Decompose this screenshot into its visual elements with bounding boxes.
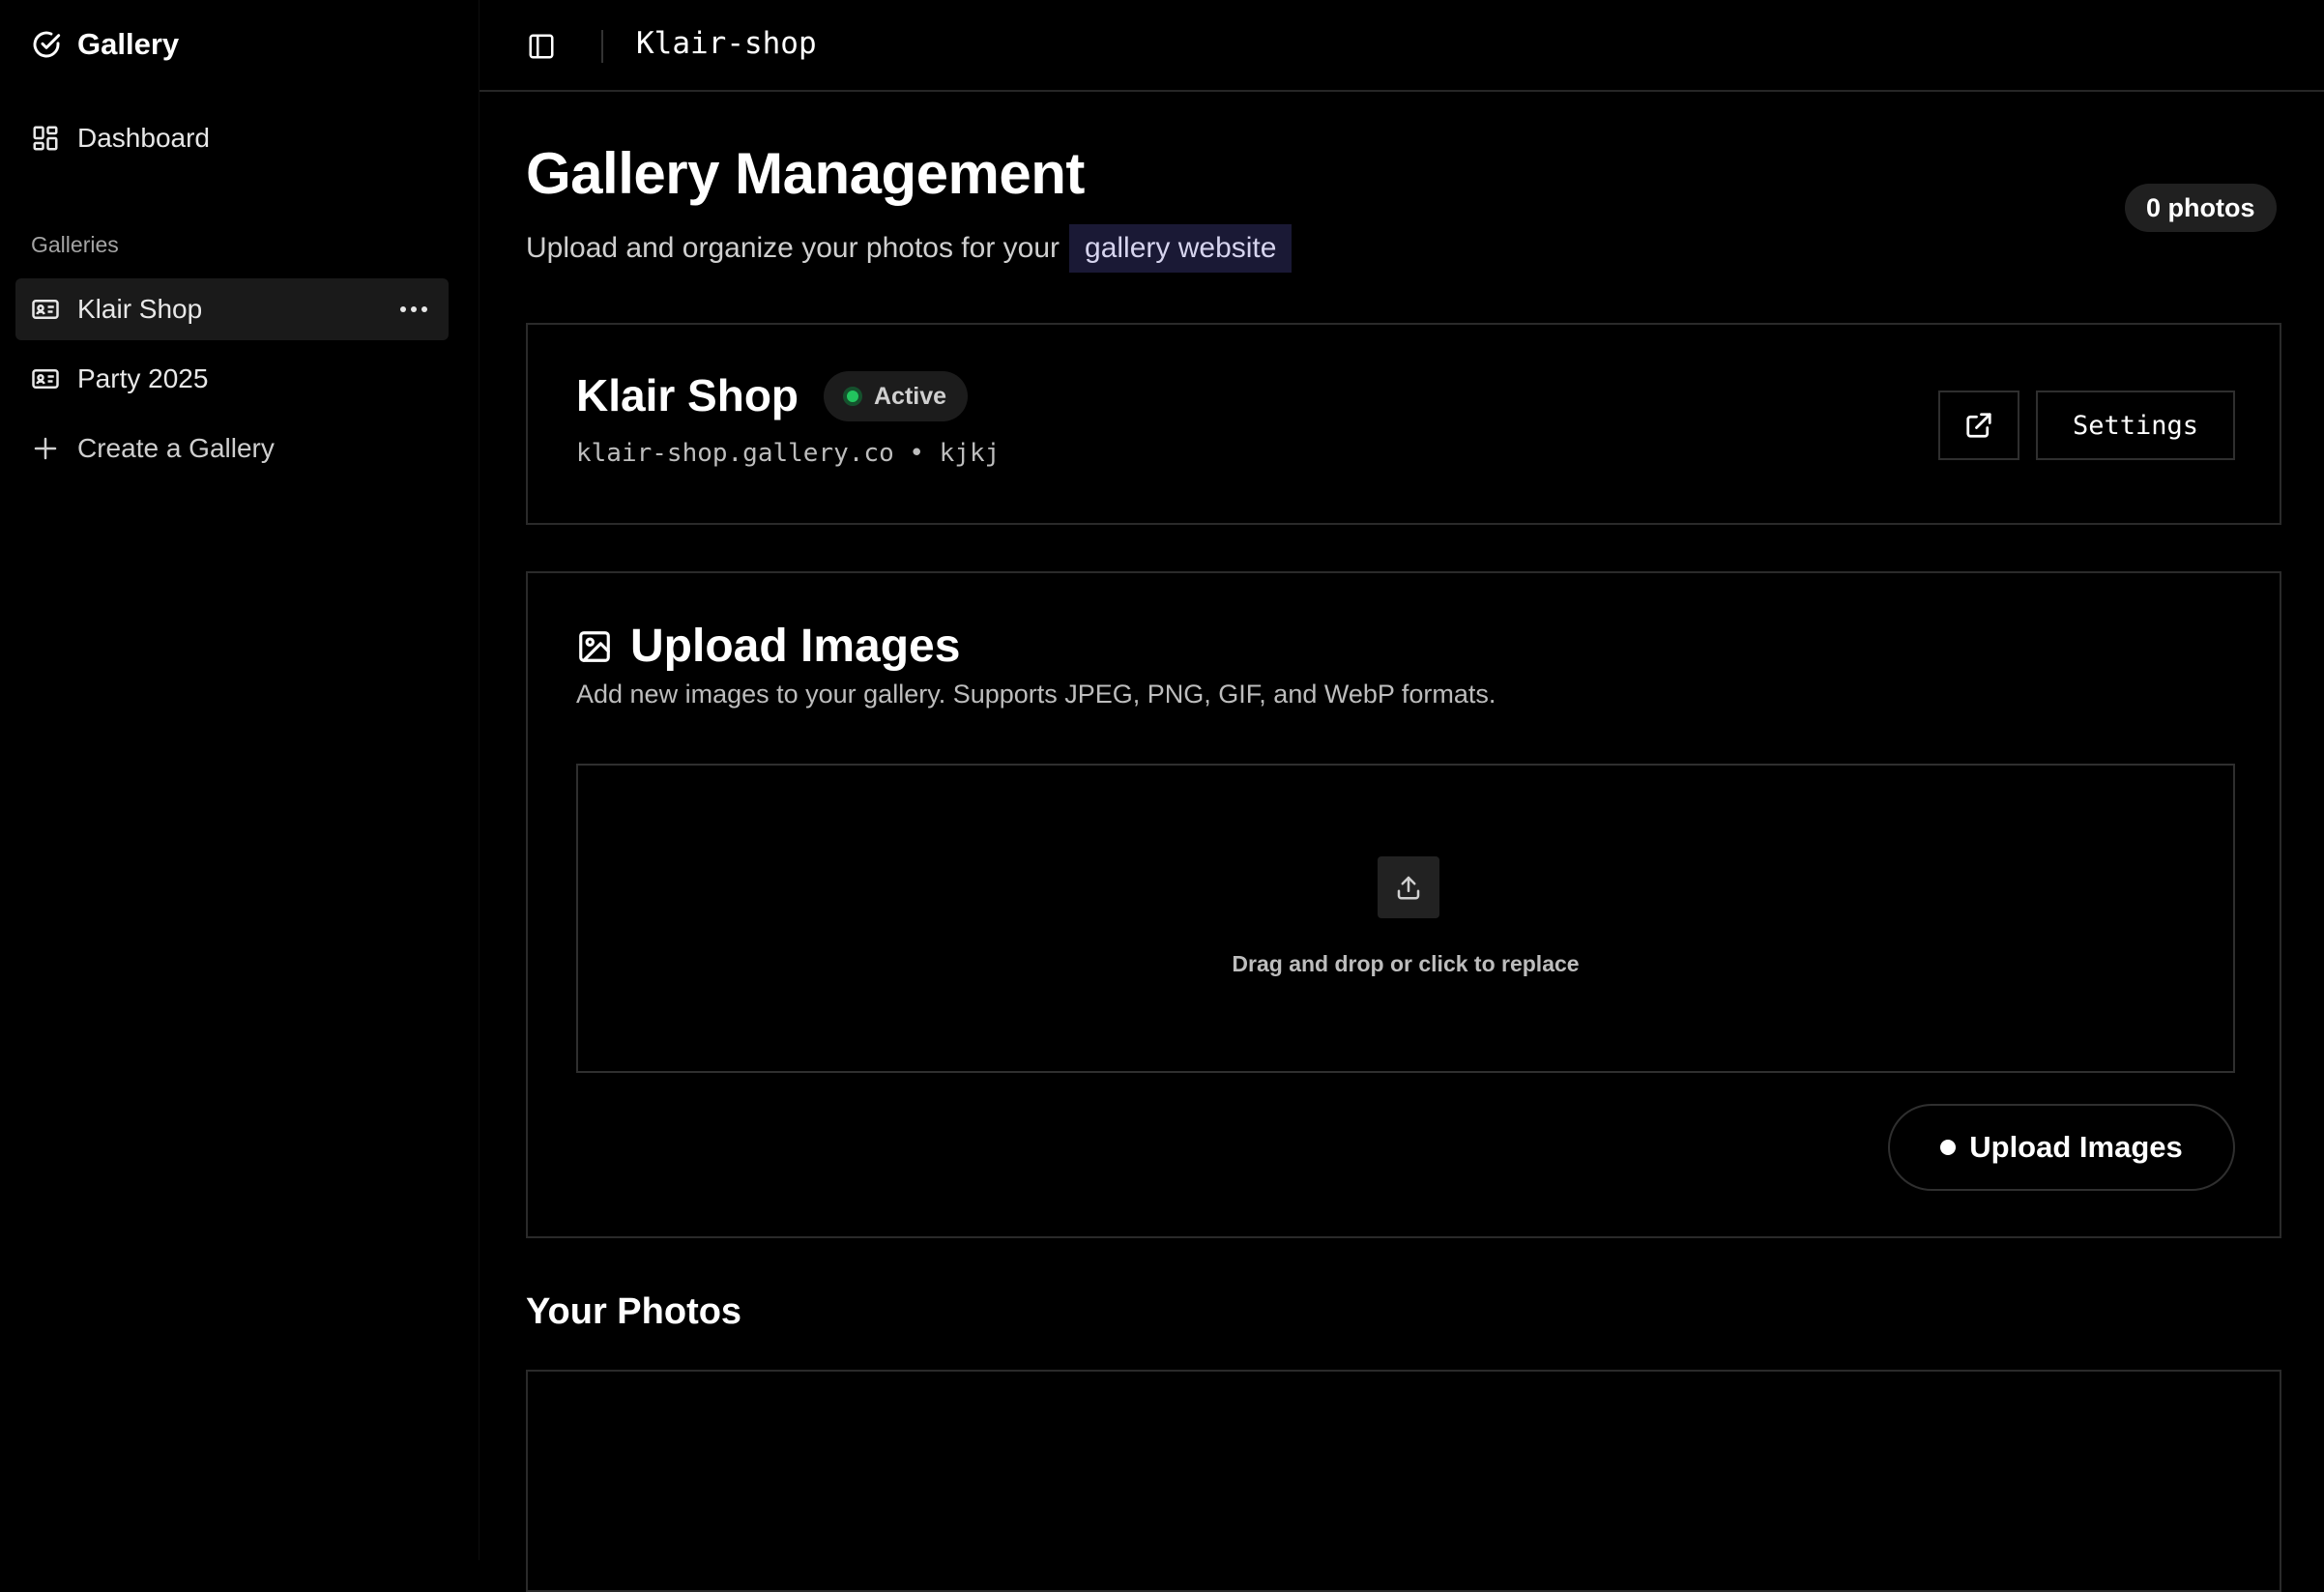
page-subtitle: Upload and organize your photos for your… — [526, 224, 1293, 273]
sidebar-item-create-gallery[interactable]: Create a Gallery — [15, 418, 449, 479]
external-link-icon — [1966, 413, 1991, 438]
page-title: Gallery Management — [526, 141, 1085, 206]
dropzone-text: Drag and drop or click to replace — [1232, 951, 1580, 976]
dashboard-icon — [33, 126, 58, 151]
sidebar-item-party-2025[interactable]: Party 2025 — [15, 348, 449, 410]
upload-images-button[interactable]: Upload Images — [1888, 1104, 2235, 1191]
subtitle-text: Upload and organize your photos for your — [526, 232, 1060, 264]
upload-icon — [1397, 876, 1420, 900]
sidebar-panel-icon — [529, 34, 554, 59]
upload-description: Add new images to your gallery. Supports… — [576, 680, 1496, 709]
sidebar-item-label: Create a Gallery — [77, 433, 275, 463]
sidebar: Gallery Dashboard Galleries Klair Shop P… — [0, 0, 479, 1560]
gallery-name: Klair Shop — [576, 370, 799, 420]
upload-card: Upload Images Add new images to your gal… — [526, 571, 2281, 1238]
upload-button-label: Upload Images — [1969, 1130, 2183, 1164]
image-icon — [579, 631, 610, 662]
gallery-info-card: Klair Shop Active klair-shop.gallery.co … — [526, 323, 2281, 525]
sidebar-toggle-button[interactable] — [522, 27, 561, 66]
sidebar-item-klair-shop[interactable]: Klair Shop — [15, 278, 449, 340]
status-badge: Active — [824, 371, 969, 421]
upload-header: Upload Images — [576, 618, 960, 676]
dropzone[interactable]: Drag and drop or click to replace — [576, 764, 2235, 1073]
photos-grid-card — [526, 1370, 2281, 1592]
button-dot-icon — [1940, 1140, 1957, 1155]
sidebar-item-label: Klair Shop — [77, 294, 203, 324]
upload-icon-box — [1378, 856, 1439, 918]
check-circle-icon — [33, 31, 61, 58]
photo-count-badge: 0 photos — [2125, 184, 2277, 232]
subtitle-highlight: gallery website — [1069, 224, 1293, 273]
brand[interactable]: Gallery — [31, 27, 179, 62]
sidebar-item-label: Dashboard — [77, 123, 210, 153]
breadcrumb: Klair-shop — [636, 26, 817, 61]
plus-icon — [34, 437, 57, 460]
galleries-section-label: Galleries — [31, 232, 119, 257]
id-card-icon — [32, 369, 59, 389]
topbar-divider — [601, 30, 603, 63]
your-photos-title: Your Photos — [526, 1291, 742, 1332]
settings-button[interactable]: Settings — [2036, 391, 2235, 460]
sidebar-item-label: Party 2025 — [77, 363, 209, 393]
upload-title: Upload Images — [630, 621, 961, 672]
more-options-icon[interactable] — [394, 294, 433, 325]
sidebar-item-dashboard[interactable]: Dashboard — [15, 107, 449, 169]
status-label: Active — [874, 382, 947, 410]
id-card-icon — [32, 300, 59, 319]
topbar: Klair-shop — [479, 0, 2324, 92]
status-dot — [843, 387, 862, 406]
gallery-url: klair-shop.gallery.co • kjkj — [576, 439, 1001, 468]
open-external-button[interactable] — [1938, 391, 2019, 460]
brand-name: Gallery — [77, 27, 180, 61]
